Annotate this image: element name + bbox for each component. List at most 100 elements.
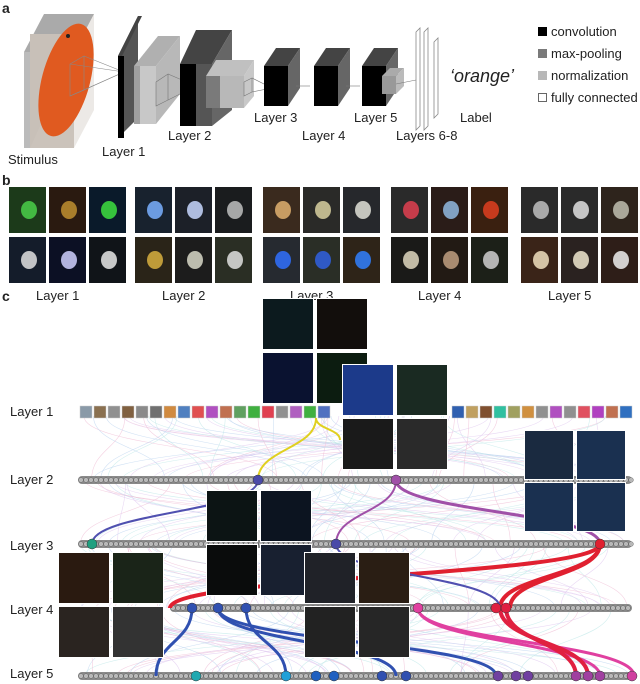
layer-unit [508,541,514,547]
layer-unit [448,673,454,679]
layer-unit [183,673,189,679]
layer1-filter-thumbnail [507,405,521,419]
layer-unit [498,541,504,547]
layer-unit [113,477,119,483]
layer-unit [618,673,624,679]
layer-unit [610,605,616,611]
layer-unit [218,673,224,679]
layer-unit [428,541,434,547]
layer1-filter-thumbnail [303,405,317,419]
layer-unit [548,673,554,679]
layer-unit [458,541,464,547]
layer-unit [258,673,264,679]
layer1-filter-thumbnail [205,405,219,419]
selected-unit-node [400,670,412,682]
layer-unit [525,605,531,611]
layer-unit [508,477,514,483]
layer-unit [488,477,494,483]
layer-unit [123,541,129,547]
layer-unit [83,673,89,679]
layer-unit [620,605,626,611]
background-connection [126,479,171,545]
layer-unit [403,477,409,483]
layer-unit [418,673,424,679]
layer-unit [290,605,296,611]
layer-unit [213,477,219,483]
layer-unit [200,605,206,611]
layer-unit [118,541,124,547]
layer-unit [538,541,544,547]
layer-unit [518,477,524,483]
layer-unit [488,541,494,547]
layer-unit [363,673,369,679]
unit-activation-thumbnail [576,430,626,480]
layer-unit [450,605,456,611]
layer-unit [158,477,164,483]
layer-unit [83,477,89,483]
background-connection [461,607,469,677]
layer-unit [268,477,274,483]
layer-unit [473,477,479,483]
layer-unit [108,541,114,547]
layer-unit [460,605,466,611]
layer-unit [270,605,276,611]
layer-unit [373,477,379,483]
layer-unit [483,477,489,483]
layer-unit [393,541,399,547]
layer-unit [173,541,179,547]
layer-unit [538,673,544,679]
layer-unit [388,673,394,679]
layer1-filter-thumbnail [177,405,191,419]
layer-unit [445,605,451,611]
selected-unit-node [522,670,534,682]
layer-unit [178,477,184,483]
layer-unit [323,541,329,547]
layer-unit [493,477,499,483]
layer-unit [118,673,124,679]
layer1-filter-thumbnail [521,405,535,419]
layer-unit [588,541,594,547]
layer-unit [138,477,144,483]
unit-activation-thumbnail [262,352,314,404]
layer-unit [188,477,194,483]
layer-unit [533,673,539,679]
layer-unit [153,477,159,483]
layer1-filter-thumbnail [79,405,93,419]
layer-unit [463,541,469,547]
unit-activation-thumbnail [358,606,410,658]
layer-unit [595,605,601,611]
layer1-filter-thumbnail [535,405,549,419]
layer-unit [225,605,231,611]
layer-unit [283,477,289,483]
layer-unit [253,673,259,679]
layer-unit [205,605,211,611]
layer-unit [175,605,181,611]
background-connection [129,415,329,481]
layer1-filter-thumbnail [219,405,233,419]
layer-unit [465,605,471,611]
layer-unit [138,673,144,679]
layer-unit [553,541,559,547]
layer-unit [558,541,564,547]
layer-unit [458,477,464,483]
layer-unit [228,673,234,679]
layer-unit [178,673,184,679]
layer-unit [288,477,294,483]
layer-unit [328,477,334,483]
layer-unit [608,541,614,547]
layer1-filter-thumbnail [493,405,507,419]
layer-unit [448,477,454,483]
layer-unit [98,541,104,547]
layer-unit [138,541,144,547]
layer-unit [223,477,229,483]
selected-unit-node [510,670,522,682]
selected-unit-node [86,538,98,550]
layer-unit [453,673,459,679]
layer-unit [353,477,359,483]
layer-unit [373,541,379,547]
selected-unit-node [186,602,198,614]
layer-unit [93,477,99,483]
layer1-filter-thumbnail [163,405,177,419]
layer-unit [615,605,621,611]
layer-unit [425,605,431,611]
